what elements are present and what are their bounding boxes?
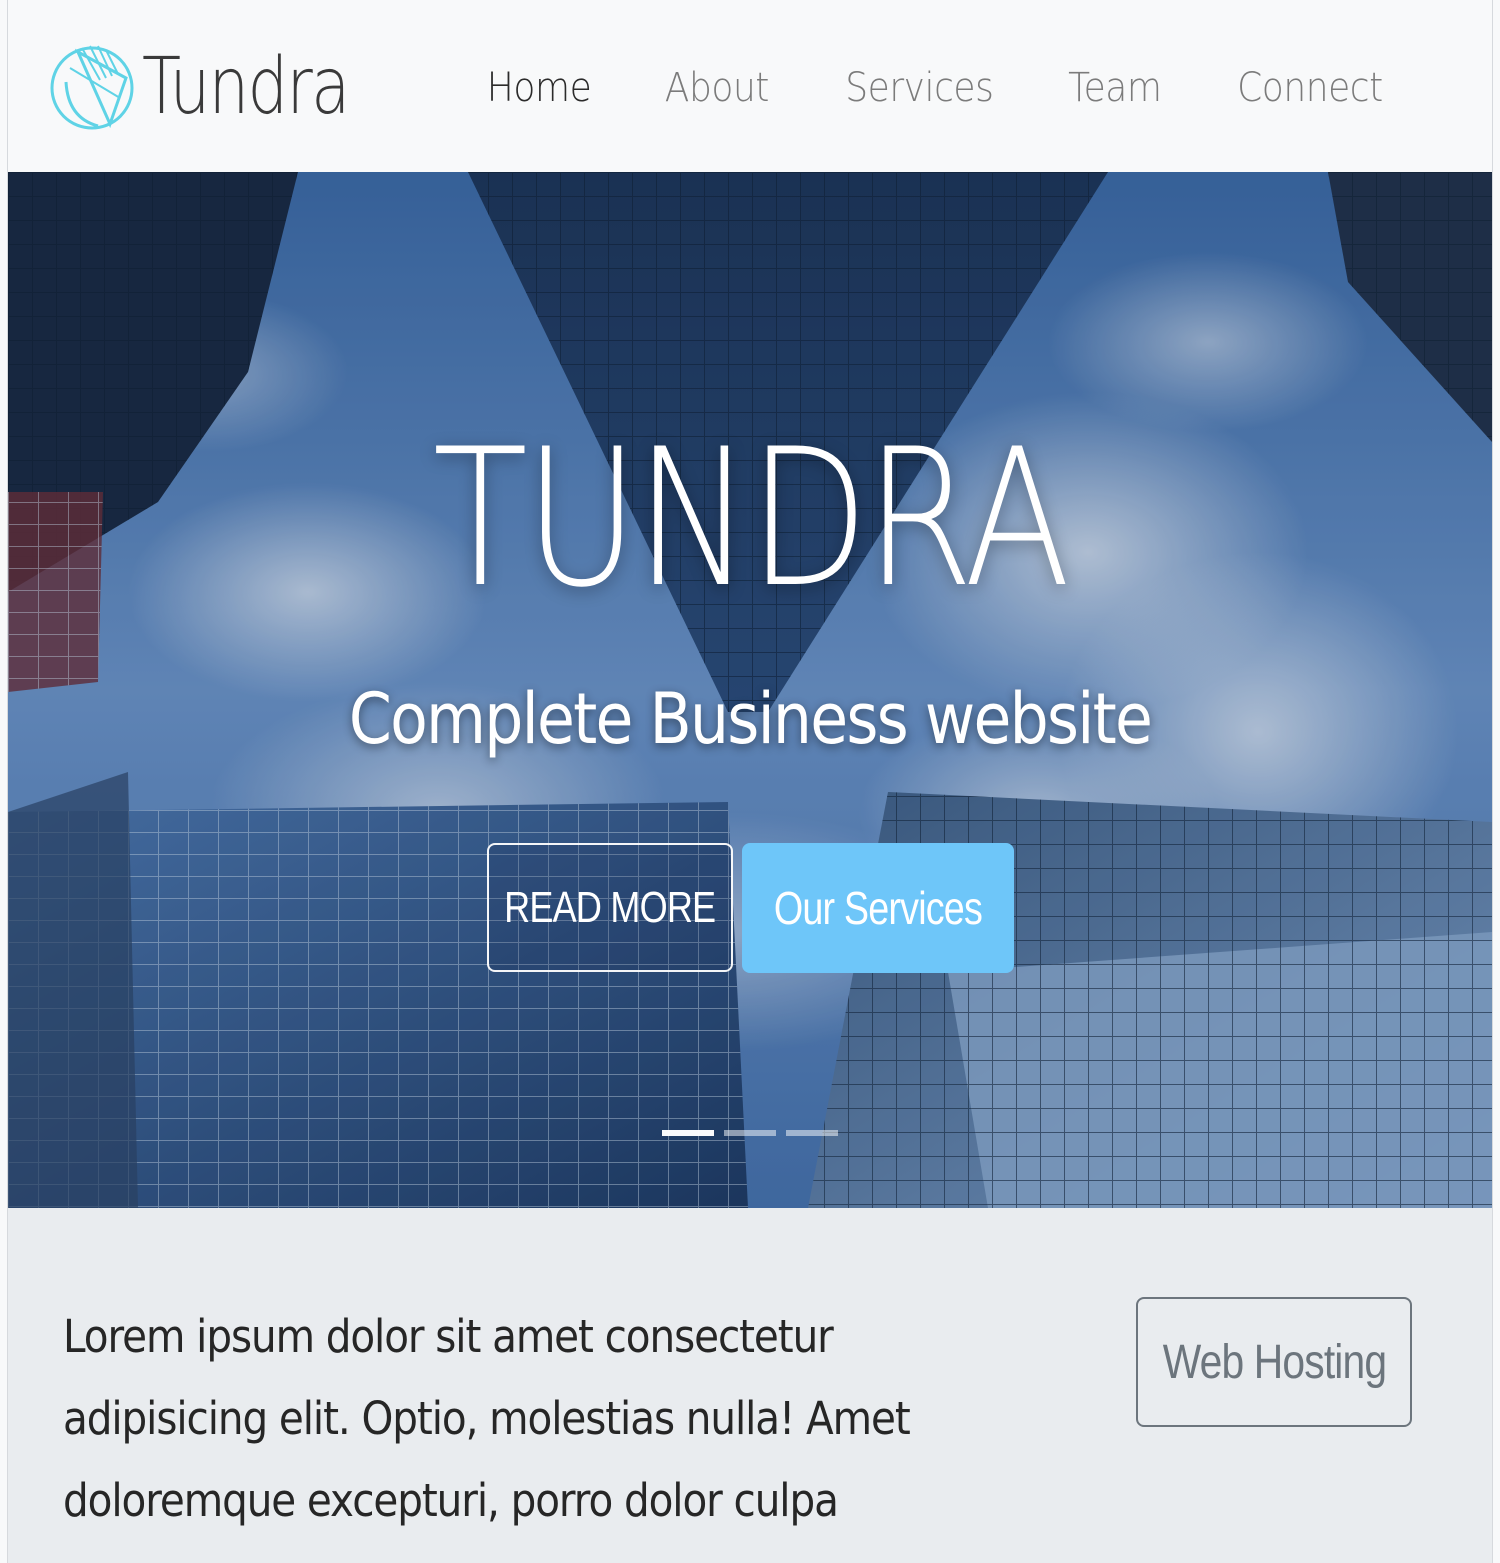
web-hosting-button[interactable]: Web Hosting <box>1136 1297 1412 1427</box>
read-more-label: READ MORE <box>504 882 716 932</box>
navbar: Tundra Home About Services Team Connect <box>8 0 1492 172</box>
carousel-indicator-1[interactable] <box>662 1130 714 1136</box>
brand-link[interactable]: Tundra <box>48 22 394 152</box>
info-text: Lorem ipsum dolor sit amet consectetur a… <box>63 1310 911 1563</box>
carousel-indicator-2[interactable] <box>724 1130 776 1136</box>
brand-name: Tundra <box>142 42 350 132</box>
tundra-logo-icon <box>50 45 134 130</box>
carousel-indicators <box>662 1130 838 1136</box>
nav-about[interactable]: About <box>637 60 797 116</box>
nav-connect[interactable]: Connect <box>1209 60 1411 116</box>
our-services-button[interactable]: Our Services <box>742 843 1014 973</box>
page: Tundra Home About Services Team Connect <box>0 0 1500 1563</box>
nav-team[interactable]: Team <box>1041 60 1190 116</box>
hero-carousel: TUNDRA Complete Business website READ MO… <box>8 172 1492 1208</box>
hero-title: TUNDRA <box>432 408 1071 629</box>
nav-services[interactable]: Services <box>817 60 1021 116</box>
our-services-label: Our Services <box>773 882 983 934</box>
web-hosting-label: Web Hosting <box>1162 1335 1386 1389</box>
info-section: Lorem ipsum dolor sit amet consectetur a… <box>8 1208 1492 1563</box>
read-more-button[interactable]: READ MORE <box>487 843 733 972</box>
main-nav: Home About Services Team Connect <box>450 60 1422 116</box>
nav-home[interactable]: Home <box>459 60 619 116</box>
hero-subtitle: Complete Business website <box>348 678 1153 760</box>
carousel-indicator-3[interactable] <box>786 1130 838 1136</box>
